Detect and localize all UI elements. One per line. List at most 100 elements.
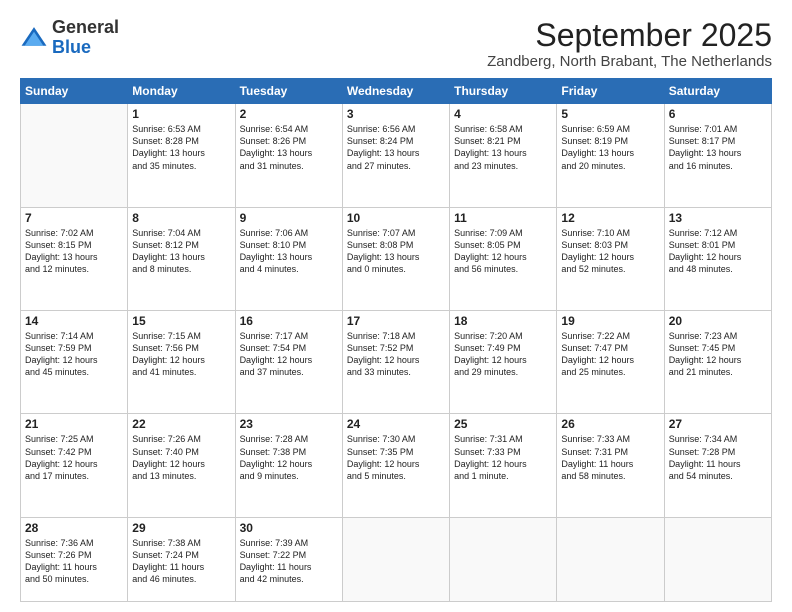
day-number: 13: [669, 211, 767, 225]
calendar-week-row: 7 Sunrise: 7:02 AMSunset: 8:15 PMDaylight…: [21, 207, 772, 310]
calendar-week-row: 28 Sunrise: 7:36 AMSunset: 7:26 PMDayligh…: [21, 517, 772, 601]
calendar-week-row: 14Sunrise: 7:14 AMSunset: 7:59 PMDayligh…: [21, 311, 772, 414]
day-number: 9: [240, 211, 338, 225]
day-number: 22: [132, 417, 230, 431]
day-number: 4: [454, 107, 552, 121]
weekday-header-row: SundayMondayTuesdayWednesdayThursdayFrid…: [21, 79, 772, 104]
day-info: Sunrise: 7:22 AMSunset: 7:47 PMDaylight:…: [561, 330, 659, 379]
day-number: 12: [561, 211, 659, 225]
day-number: 28: [25, 521, 123, 535]
calendar-cell: 10 Sunrise: 7:07 AMSunset: 8:08 PMDayligh…: [342, 207, 449, 310]
day-number: 24: [347, 417, 445, 431]
logo-blue: Blue: [52, 37, 91, 57]
day-number: 20: [669, 314, 767, 328]
day-info: Sunrise: 7:39 AMSunset: 7:22 PMDaylight:…: [240, 537, 338, 586]
page: General Blue September 2025 Zandberg, No…: [0, 0, 792, 612]
calendar-cell: 14Sunrise: 7:14 AMSunset: 7:59 PMDayligh…: [21, 311, 128, 414]
day-info: Sunrise: 6:56 AMSunset: 8:24 PMDaylight:…: [347, 123, 445, 172]
calendar-cell: 12 Sunrise: 7:10 AMSunset: 8:03 PMDayligh…: [557, 207, 664, 310]
calendar-cell: [342, 517, 449, 601]
day-info: Sunrise: 7:38 AMSunset: 7:24 PMDaylight:…: [132, 537, 230, 586]
calendar-cell: 24Sunrise: 7:30 AMSunset: 7:35 PMDayligh…: [342, 414, 449, 517]
weekday-header-sunday: Sunday: [21, 79, 128, 104]
day-info: Sunrise: 7:33 AMSunset: 7:31 PMDaylight:…: [561, 433, 659, 482]
calendar-cell: [21, 104, 128, 207]
day-info: Sunrise: 7:36 AMSunset: 7:26 PMDaylight:…: [25, 537, 123, 586]
weekday-header-thursday: Thursday: [450, 79, 557, 104]
calendar-cell: 25 Sunrise: 7:31 AMSunset: 7:33 PMDayligh…: [450, 414, 557, 517]
calendar-cell: [450, 517, 557, 601]
day-info: Sunrise: 7:17 AMSunset: 7:54 PMDaylight:…: [240, 330, 338, 379]
day-info: Sunrise: 7:01 AMSunset: 8:17 PMDaylight:…: [669, 123, 767, 172]
calendar-cell: [664, 517, 771, 601]
day-info: Sunrise: 7:04 AMSunset: 8:12 PMDaylight:…: [132, 227, 230, 276]
day-number: 25: [454, 417, 552, 431]
day-number: 15: [132, 314, 230, 328]
calendar-cell: 13 Sunrise: 7:12 AMSunset: 8:01 PMDayligh…: [664, 207, 771, 310]
day-number: 30: [240, 521, 338, 535]
calendar-cell: 21Sunrise: 7:25 AMSunset: 7:42 PMDayligh…: [21, 414, 128, 517]
day-info: Sunrise: 7:31 AMSunset: 7:33 PMDaylight:…: [454, 433, 552, 482]
calendar-cell: 1 Sunrise: 6:53 AMSunset: 8:28 PMDaylight…: [128, 104, 235, 207]
day-number: 6: [669, 107, 767, 121]
day-number: 23: [240, 417, 338, 431]
weekday-header-tuesday: Tuesday: [235, 79, 342, 104]
header: General Blue September 2025 Zandberg, No…: [20, 18, 772, 70]
day-number: 3: [347, 107, 445, 121]
weekday-header-wednesday: Wednesday: [342, 79, 449, 104]
day-number: 7: [25, 211, 123, 225]
calendar-cell: 26 Sunrise: 7:33 AMSunset: 7:31 PMDayligh…: [557, 414, 664, 517]
calendar-cell: 17Sunrise: 7:18 AMSunset: 7:52 PMDayligh…: [342, 311, 449, 414]
day-number: 2: [240, 107, 338, 121]
day-info: Sunrise: 7:25 AMSunset: 7:42 PMDaylight:…: [25, 433, 123, 482]
day-info: Sunrise: 7:26 AMSunset: 7:40 PMDaylight:…: [132, 433, 230, 482]
calendar-cell: 3 Sunrise: 6:56 AMSunset: 8:24 PMDaylight…: [342, 104, 449, 207]
day-number: 18: [454, 314, 552, 328]
day-info: Sunrise: 7:07 AMSunset: 8:08 PMDaylight:…: [347, 227, 445, 276]
day-info: Sunrise: 7:06 AMSunset: 8:10 PMDaylight:…: [240, 227, 338, 276]
calendar-cell: 6 Sunrise: 7:01 AMSunset: 8:17 PMDaylight…: [664, 104, 771, 207]
logo-general: General: [52, 17, 119, 37]
weekday-header-monday: Monday: [128, 79, 235, 104]
calendar-cell: 7 Sunrise: 7:02 AMSunset: 8:15 PMDaylight…: [21, 207, 128, 310]
title-block: September 2025 Zandberg, North Brabant, …: [487, 18, 772, 70]
calendar-week-row: 21Sunrise: 7:25 AMSunset: 7:42 PMDayligh…: [21, 414, 772, 517]
day-info: Sunrise: 7:14 AMSunset: 7:59 PMDaylight:…: [25, 330, 123, 379]
day-info: Sunrise: 7:15 AMSunset: 7:56 PMDaylight:…: [132, 330, 230, 379]
calendar-cell: 28 Sunrise: 7:36 AMSunset: 7:26 PMDayligh…: [21, 517, 128, 601]
day-info: Sunrise: 6:53 AMSunset: 8:28 PMDaylight:…: [132, 123, 230, 172]
calendar-cell: 11Sunrise: 7:09 AMSunset: 8:05 PMDayligh…: [450, 207, 557, 310]
day-info: Sunrise: 7:02 AMSunset: 8:15 PMDaylight:…: [25, 227, 123, 276]
day-number: 29: [132, 521, 230, 535]
day-number: 1: [132, 107, 230, 121]
day-info: Sunrise: 7:12 AMSunset: 8:01 PMDaylight:…: [669, 227, 767, 276]
day-number: 19: [561, 314, 659, 328]
day-number: 5: [561, 107, 659, 121]
day-number: 17: [347, 314, 445, 328]
calendar-cell: 5Sunrise: 6:59 AMSunset: 8:19 PMDaylight…: [557, 104, 664, 207]
day-info: Sunrise: 6:54 AMSunset: 8:26 PMDaylight:…: [240, 123, 338, 172]
day-number: 27: [669, 417, 767, 431]
calendar-cell: 23 Sunrise: 7:28 AMSunset: 7:38 PMDayligh…: [235, 414, 342, 517]
day-number: 10: [347, 211, 445, 225]
day-info: Sunrise: 7:34 AMSunset: 7:28 PMDaylight:…: [669, 433, 767, 482]
day-info: Sunrise: 7:23 AMSunset: 7:45 PMDaylight:…: [669, 330, 767, 379]
calendar-cell: 29 Sunrise: 7:38 AMSunset: 7:24 PMDayligh…: [128, 517, 235, 601]
calendar-cell: 30 Sunrise: 7:39 AMSunset: 7:22 PMDayligh…: [235, 517, 342, 601]
day-number: 16: [240, 314, 338, 328]
calendar-cell: [557, 517, 664, 601]
calendar-cell: 22 Sunrise: 7:26 AMSunset: 7:40 PMDayligh…: [128, 414, 235, 517]
calendar-cell: 2 Sunrise: 6:54 AMSunset: 8:26 PMDaylight…: [235, 104, 342, 207]
calendar-table: SundayMondayTuesdayWednesdayThursdayFrid…: [20, 78, 772, 602]
calendar-week-row: 1 Sunrise: 6:53 AMSunset: 8:28 PMDaylight…: [21, 104, 772, 207]
day-info: Sunrise: 7:10 AMSunset: 8:03 PMDaylight:…: [561, 227, 659, 276]
calendar-cell: 27 Sunrise: 7:34 AMSunset: 7:28 PMDayligh…: [664, 414, 771, 517]
day-info: Sunrise: 7:28 AMSunset: 7:38 PMDaylight:…: [240, 433, 338, 482]
calendar-cell: 19 Sunrise: 7:22 AMSunset: 7:47 PMDayligh…: [557, 311, 664, 414]
day-number: 26: [561, 417, 659, 431]
location: Zandberg, North Brabant, The Netherlands: [487, 53, 772, 70]
calendar-cell: 9 Sunrise: 7:06 AMSunset: 8:10 PMDaylight…: [235, 207, 342, 310]
calendar-cell: 8 Sunrise: 7:04 AMSunset: 8:12 PMDaylight…: [128, 207, 235, 310]
day-number: 8: [132, 211, 230, 225]
calendar-cell: 18Sunrise: 7:20 AMSunset: 7:49 PMDayligh…: [450, 311, 557, 414]
